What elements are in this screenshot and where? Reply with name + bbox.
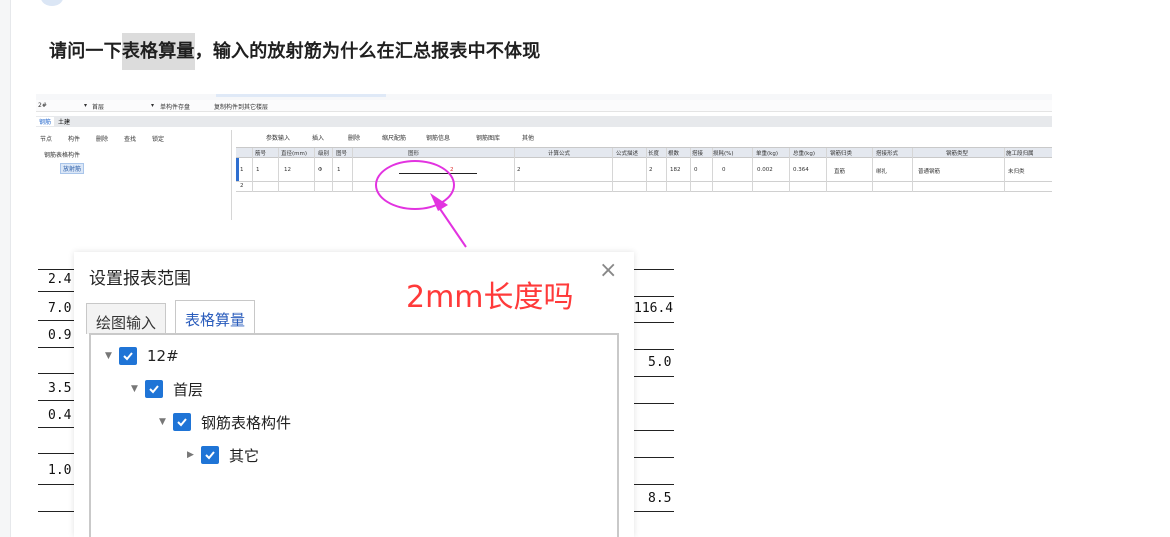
component-tree-panel: 节点 构件 删除 查找 锁定 钢筋表格构件 放射筋 [36,130,232,220]
checkbox-checked[interactable] [145,380,163,398]
title-highlight: 表格算量 [121,33,195,70]
avatar [41,0,63,6]
tab-drawing-input[interactable]: 绘图输入 [86,303,167,334]
node-tool: 节点 [40,136,53,143]
layer-select: 首层 [92,104,105,111]
report-left-column: 2.4 7.0 0.9 3.5 0.4 1.0 [38,252,74,537]
title-suffix: ，输入的放射筋为什么在汇总报表中不体现 [194,41,541,62]
chevron-down-icon[interactable]: ▼ [159,417,173,427]
chevron-down-icon[interactable]: ▼ [131,384,145,394]
tree-root: 钢筋表格构件 [44,152,81,159]
question-title: 请问一下表格算量，输入的放射筋为什么在汇总报表中不体现 [49,33,541,70]
module-tabs: 钢筋 土建 [36,116,1052,127]
tree-label-12: 12# [147,347,179,365]
range-tree-panel: ▼ 12# ▼ 首层 ▼ 钢筋表格构件 ▶ 其它 [89,333,619,537]
software-screenshot: 2# ▾ 首层 ▾ 单构件存盘 复制构件到其它楼层 钢筋 土建 节点 构件 删除… [36,94,1052,220]
tree-item-first-floor[interactable]: ▼ 首层 [131,378,203,400]
report-right-column: 116.4 5.0 8.5 [634,252,674,537]
checkbox-checked[interactable] [119,347,137,365]
tree-label-first-floor: 首层 [173,380,204,399]
rebar-grid: 筋号 直径(mm) 级别 图号 图形 计算公式 公式描述 长度 根数 搭接 损耗… [236,147,1052,193]
tab-rebar: 钢筋 [36,117,55,126]
chevron-down-icon[interactable]: ▼ [105,351,119,361]
tree-item-rebar-table[interactable]: ▼ 钢筋表格构件 [159,411,291,433]
grid-row-2: 2 [236,182,1052,192]
grid-header: 筋号 直径(mm) 级别 图号 图形 计算公式 公式描述 长度 根数 搭接 损耗… [236,148,1052,158]
tree-label-other: 其它 [229,446,260,465]
single-save-tool: 单构件存盘 [160,104,191,111]
copy-floor-tool: 复制构件到其它楼层 [214,104,269,111]
chevron-right-icon[interactable]: ▶ [187,450,201,460]
floor-select: 2# [38,102,47,109]
tab-civil: 土建 [58,119,71,126]
tree-item-12[interactable]: ▼ 12# [105,345,179,367]
delete-tool: 删除 [96,136,109,143]
tree-item-other[interactable]: ▶ 其它 [187,444,259,466]
component-tool: 构件 [68,136,81,143]
title-prefix: 请问一下 [49,41,122,62]
checkbox-checked[interactable] [201,446,219,464]
arrow-icon [430,193,467,248]
find-tool: 查找 [124,136,137,143]
report-range-dialog: 设置报表范围 2mm长度吗 × 绘图输入 表格算量 ▼ 12# ▼ 首层 ▼ 钢… [74,252,634,537]
tree-child-radial: 放射筋 [60,163,85,174]
tab-table-quantity[interactable]: 表格算量 [175,300,256,334]
lock-tool: 锁定 [152,136,165,143]
ribbon-toolbar: 2# ▾ 首层 ▾ 单构件存盘 复制构件到其它楼层 [36,100,1052,112]
annotation-text: 2mm长度吗 [406,280,574,315]
dialog-title: 设置报表范围 [89,269,191,289]
close-icon[interactable]: × [599,258,617,283]
checkbox-checked[interactable] [173,413,191,431]
grid-row-1: 1 1 12 Φ 1 2 2 2 182 0 0 0.002 0.364 直筋 … [236,158,1052,182]
tree-label-rebar-table: 钢筋表格构件 [201,413,292,432]
